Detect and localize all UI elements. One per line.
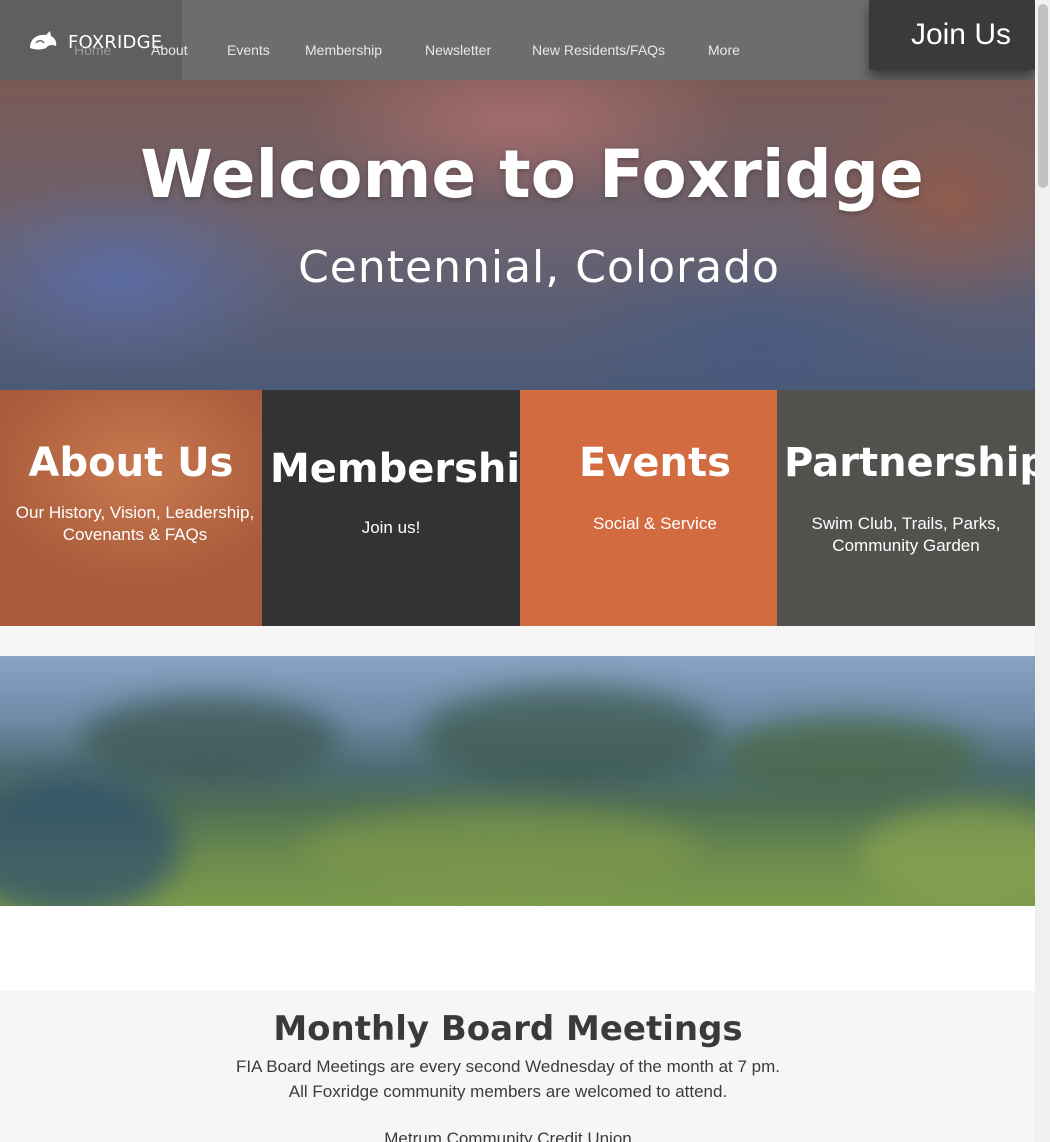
- board-meetings-section: Monthly Board Meetings FIA Board Meeting…: [0, 991, 1035, 1142]
- tile-about-us[interactable]: About Us Our History, Vision, Leadership…: [0, 390, 262, 626]
- tile-about-us-title: About Us: [28, 440, 234, 486]
- nav-membership[interactable]: Membership: [305, 42, 382, 58]
- nav-new-residents[interactable]: New Residents/FAQs: [532, 42, 665, 58]
- scrollbar-thumb[interactable]: [1038, 4, 1048, 188]
- tile-membership-subtitle: Join us!: [361, 518, 421, 537]
- fox-icon[interactable]: [26, 28, 60, 54]
- site-header: FOXRIDGE Home About Events Membership Ne…: [0, 0, 1035, 80]
- hero-subtitle: Centennial, Colorado: [298, 242, 780, 293]
- tile-events-title: Events: [579, 440, 731, 486]
- landscape-image: [0, 656, 1035, 906]
- tile-about-us-subtitle: Our History, Vision, Leadership, Covenan…: [15, 503, 255, 544]
- nav-home[interactable]: Home: [74, 42, 111, 58]
- tile-partnerships-title: Partnerships: [784, 440, 1035, 486]
- tile-partnerships-subtitle: Swim Club, Trails, Parks, Community Gard…: [811, 514, 1001, 555]
- tile-membership[interactable]: Membership Join us!: [262, 390, 520, 626]
- hero-banner: Welcome to Foxridge Centennial, Colorado: [0, 80, 1035, 390]
- board-meetings-schedule: FIA Board Meetings are every second Wedn…: [236, 1057, 780, 1076]
- board-meetings-location: Metrum Community Credit Union: [384, 1129, 632, 1142]
- tile-events[interactable]: Events Social & Service: [520, 390, 777, 626]
- tile-partnerships[interactable]: Partnerships Swim Club, Trails, Parks, C…: [777, 390, 1035, 626]
- board-meetings-title: Monthly Board Meetings: [273, 1009, 743, 1049]
- nav-about[interactable]: About: [151, 42, 188, 58]
- board-meetings-invite: All Foxridge community members are welco…: [288, 1082, 728, 1101]
- section-divider: [0, 626, 1035, 656]
- nav-more[interactable]: More: [708, 42, 740, 58]
- join-us-button[interactable]: Join Us: [869, 0, 1035, 70]
- nav-events[interactable]: Events: [227, 42, 270, 58]
- tile-events-subtitle: Social & Service: [593, 514, 717, 533]
- hero-title: Welcome to Foxridge: [140, 136, 924, 213]
- spacer: [0, 906, 1035, 991]
- nav-newsletter[interactable]: Newsletter: [425, 42, 491, 58]
- tile-membership-title: Membership: [270, 446, 520, 492]
